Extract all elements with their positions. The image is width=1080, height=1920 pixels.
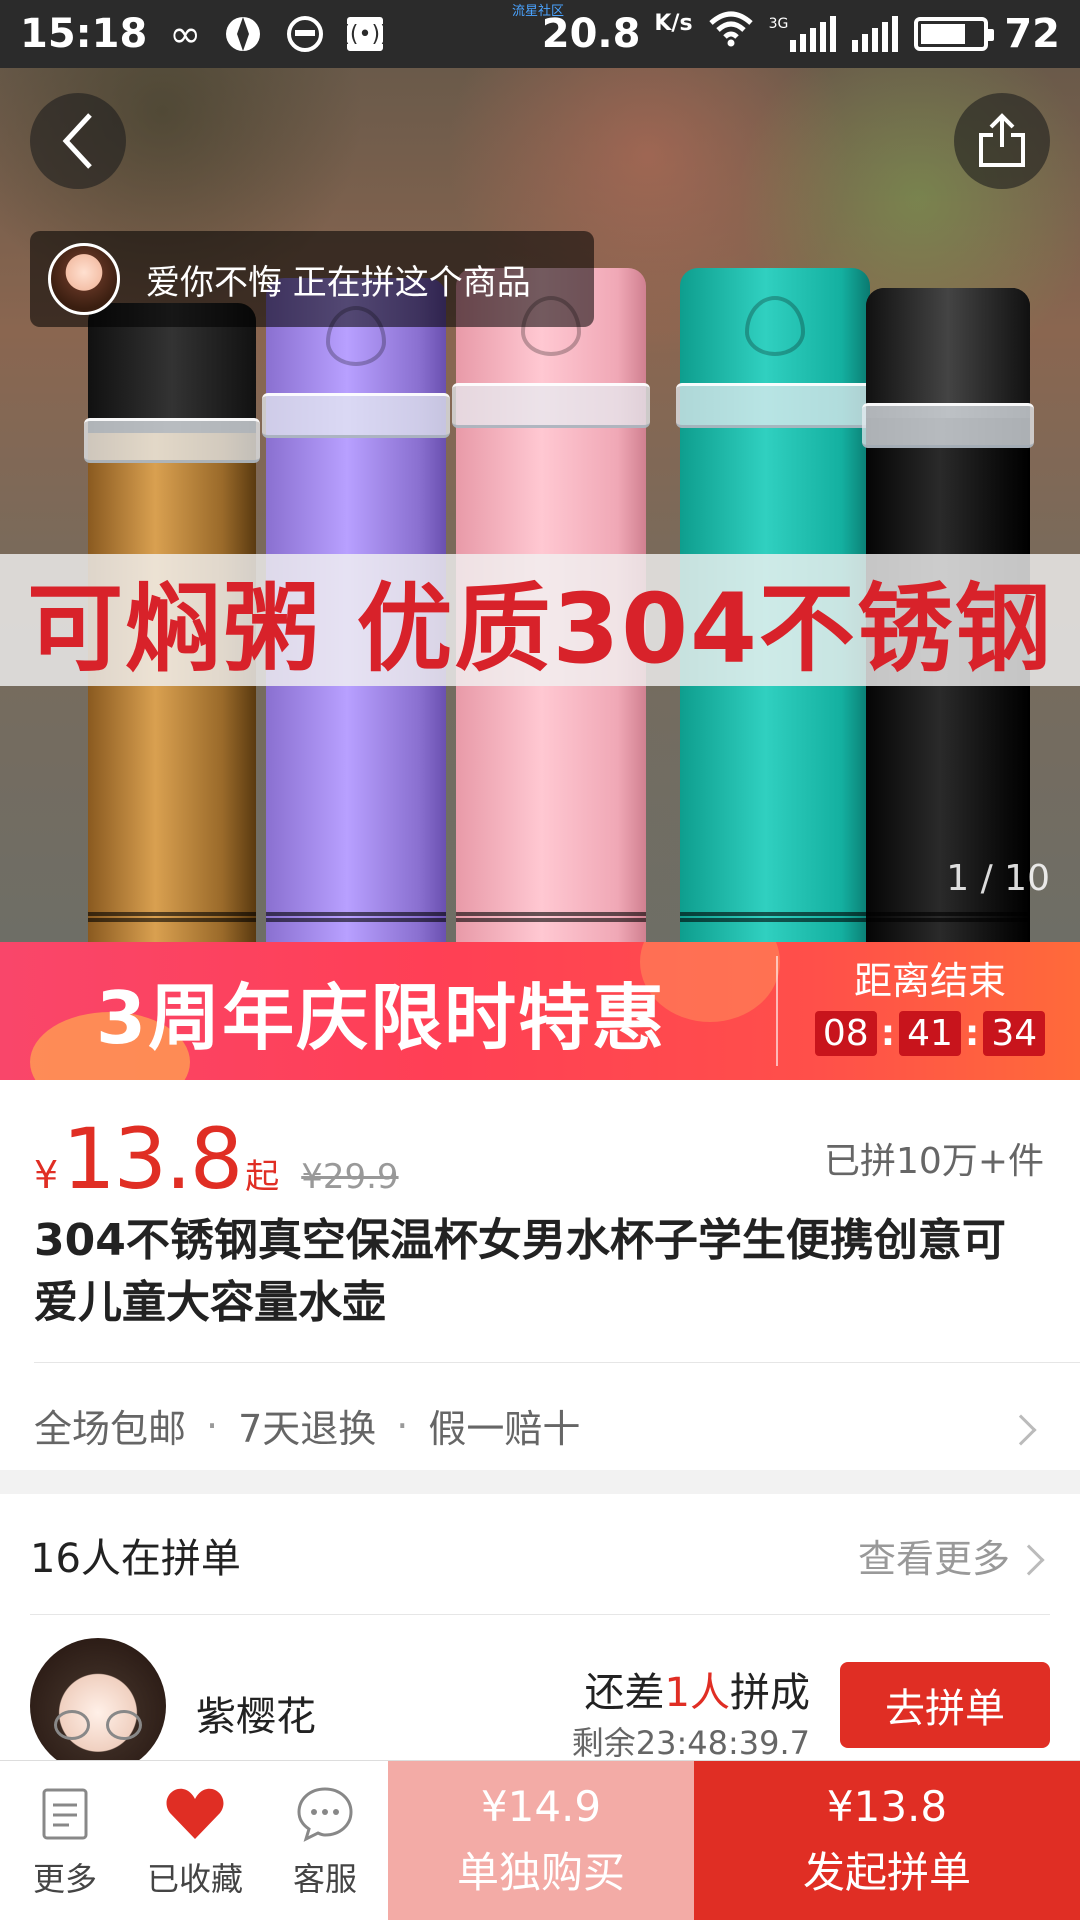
- hotspot-icon: ((•)): [341, 17, 389, 51]
- countdown-seconds: 34: [983, 1011, 1046, 1056]
- member-name: 紫樱花: [196, 1694, 316, 1740]
- image-counter: 1 / 10: [946, 858, 1050, 899]
- heart-icon: [165, 1782, 225, 1846]
- price-card: ¥ 13.8 起 ¥29.9 已拼10万+件 304不锈钢真空保温杯女男水杯子学…: [0, 1080, 1080, 1470]
- currency-symbol: ¥: [34, 1153, 59, 1197]
- battery-icon: [914, 17, 995, 51]
- service-free-shipping: 全场包邮: [34, 1407, 187, 1451]
- status-time: 15:18: [20, 11, 148, 57]
- start-group-button[interactable]: ¥13.8 发起拼单: [694, 1761, 1080, 1920]
- status-right: 20.8 K/s 3G 72: [542, 11, 1060, 57]
- original-price: ¥29.9: [301, 1157, 399, 1197]
- share-icon: [979, 113, 1025, 167]
- favorite-button[interactable]: 已收藏: [130, 1761, 260, 1920]
- signal-bars-icon: [790, 16, 837, 52]
- service-fake-compensation: 假一赔十: [428, 1407, 581, 1451]
- battery-level: 72: [1004, 11, 1060, 57]
- status-tiny-text: 流星社区: [512, 4, 565, 19]
- group-remaining-time: 剩余23:48:39.7: [571, 1724, 810, 1762]
- list-icon: [41, 1782, 89, 1846]
- aperture-icon: [223, 14, 263, 54]
- status-bar: 流星社区 15:18 ∞ ((•)) 20.8 K/s 3G 72: [0, 0, 1080, 68]
- back-button[interactable]: [30, 93, 126, 189]
- joining-text: 爱你不悔 正在拼这个商品: [146, 262, 531, 303]
- share-button[interactable]: [954, 93, 1050, 189]
- sold-count: 已拼10万+件: [824, 1141, 1044, 1182]
- promo-countdown: 距离结束 08 : 41 : 34: [780, 950, 1080, 1056]
- group-buy-section: 16人在拼单 查看更多 紫樱花 还差1人拼成 剩余23:48:39.7 去拼单: [0, 1494, 1080, 1794]
- promo-banner[interactable]: 3周年庆限时特惠 距离结束 08 : 41 : 34: [0, 942, 1080, 1080]
- signal-3g: 3G: [769, 16, 837, 52]
- signal-bars-icon-2: [852, 16, 899, 52]
- service-7day-return: 7天退换: [238, 1407, 377, 1451]
- countdown-minutes: 41: [899, 1011, 961, 1056]
- bottom-action-bar: 更多 已收藏 客服 ¥14.9 单独购买 ¥13.8 发起拼单: [0, 1760, 1080, 1920]
- favorite-label: 已收藏: [146, 1859, 243, 1898]
- image-banner-text: 可焖粥 优质304不锈钢: [27, 572, 1053, 685]
- wifi-icon: [708, 11, 753, 57]
- price-row: ¥ 13.8 起 ¥29.9: [34, 1110, 399, 1208]
- group-needed: 还差1人拼成: [584, 1670, 810, 1716]
- joiner-avatar: [48, 243, 120, 315]
- group-price: 13.8: [62, 1110, 243, 1208]
- buy-alone-price: ¥14.9: [480, 1782, 602, 1831]
- countdown-hours: 08: [814, 1011, 877, 1056]
- more-button[interactable]: 更多: [0, 1761, 130, 1920]
- countdown-label: 距离结束: [853, 959, 1006, 1003]
- network-speed: 20.8 K/s: [541, 11, 693, 57]
- face-icon: [285, 14, 325, 54]
- start-group-price: ¥13.8: [826, 1782, 948, 1831]
- buy-alone-label: 单独购买: [456, 1848, 625, 1897]
- service-guarantees[interactable]: 全场包邮 · 7天退换 · 假一赔十: [34, 1398, 580, 1453]
- more-label: 更多: [32, 1859, 97, 1898]
- price-suffix: 起: [245, 1157, 280, 1197]
- member-avatar: [30, 1638, 166, 1774]
- customer-service-label: 客服: [292, 1859, 357, 1898]
- infinity-icon: ∞: [169, 12, 201, 56]
- promo-title: 3周年庆限时特惠: [96, 975, 667, 1060]
- chevron-left-icon: [62, 113, 92, 169]
- product-image-carousel[interactable]: 可焖粥 优质304不锈钢 爱你不悔 正在拼这个商品 1 / 10: [0, 68, 1080, 942]
- start-group-label: 发起拼单: [802, 1848, 971, 1897]
- image-banner-strip: 可焖粥 优质304不锈钢: [0, 554, 1080, 686]
- view-more-link[interactable]: 查看更多: [858, 1528, 1010, 1583]
- join-group-button[interactable]: 去拼单: [840, 1662, 1050, 1748]
- joining-notice: 爱你不悔 正在拼这个商品: [30, 231, 594, 327]
- product-title: 304不锈钢真空保温杯女男水杯子学生便携创意可爱儿童大容量水壶: [34, 1215, 1006, 1328]
- buy-alone-button[interactable]: ¥14.9 单独购买: [388, 1761, 694, 1920]
- group-heading: 16人在拼单: [30, 1536, 241, 1582]
- chat-bubble-icon: [296, 1782, 354, 1846]
- customer-service-button[interactable]: 客服: [260, 1761, 390, 1920]
